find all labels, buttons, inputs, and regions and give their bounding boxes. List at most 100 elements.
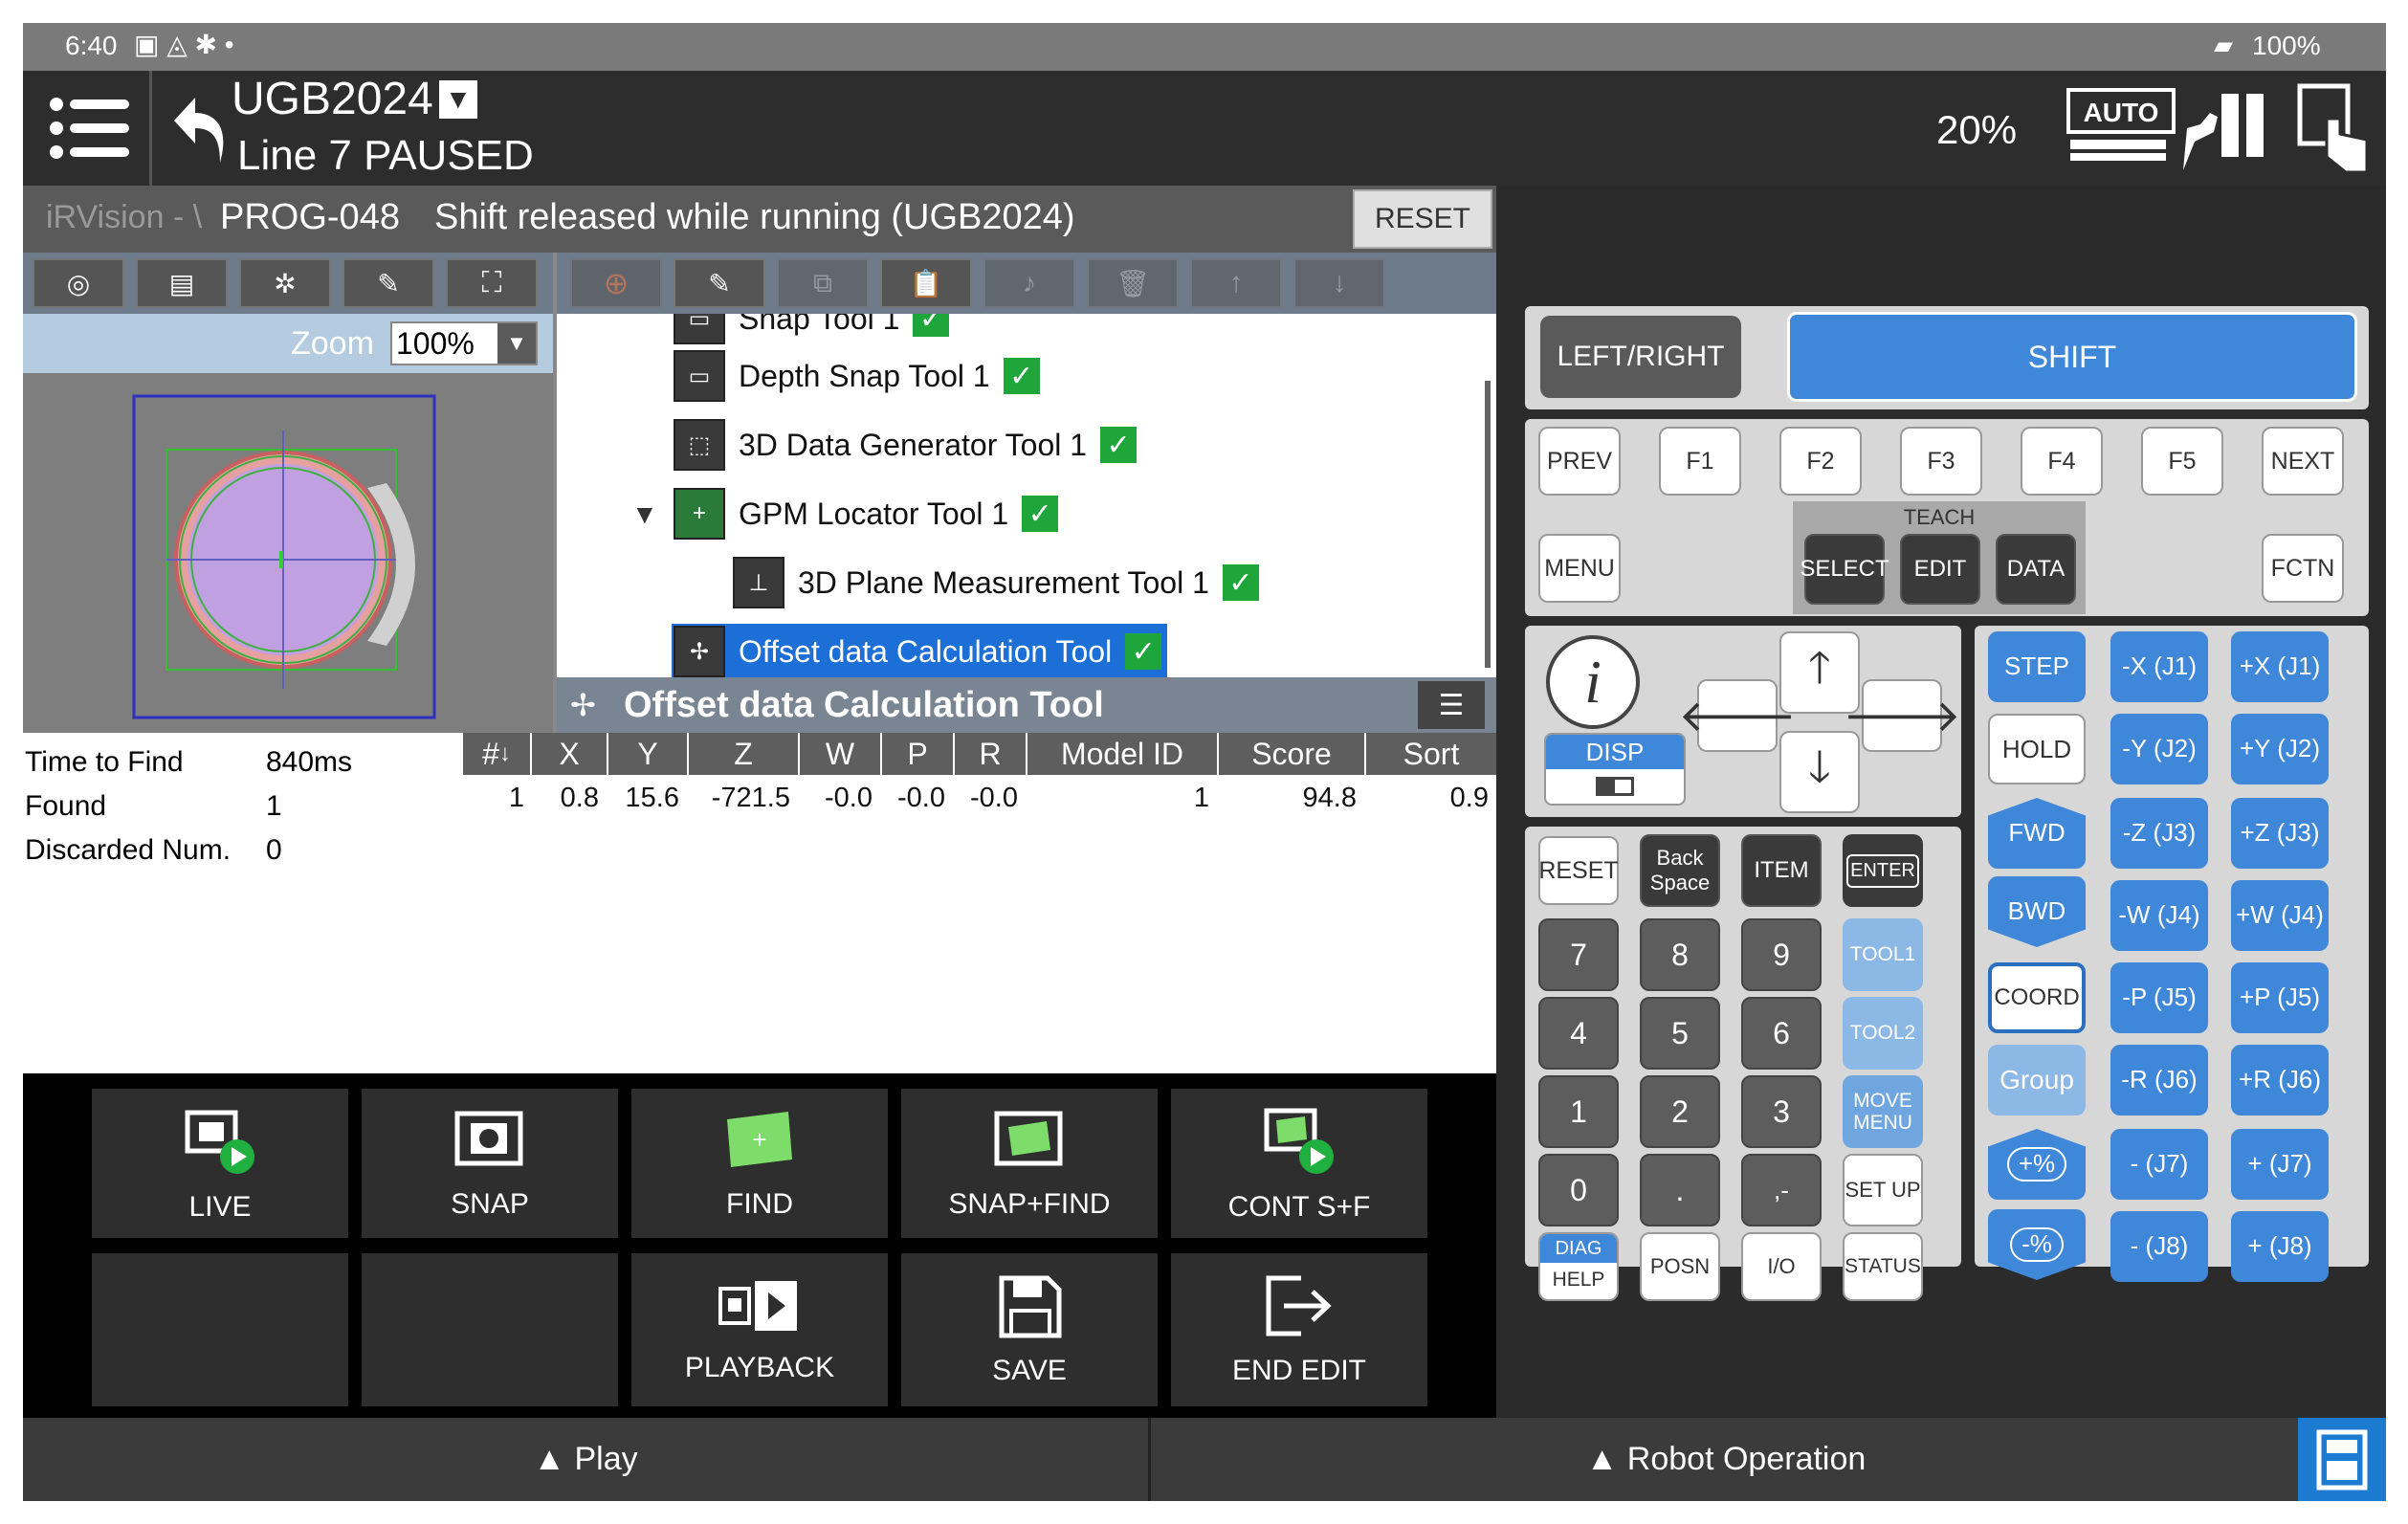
tree-item-3d-data-generator[interactable]: ⬚ 3D Data Generator Tool 1 ✓: [674, 419, 1138, 471]
f5-key[interactable]: F5: [2141, 427, 2223, 496]
jog-minus-w[interactable]: -W (J4): [2110, 880, 2208, 951]
continuous-snap-find-button[interactable]: CONT S+F: [1171, 1089, 1427, 1238]
snap-find-button[interactable]: SNAP+FIND: [901, 1089, 1158, 1238]
reset-key[interactable]: RESET: [1538, 836, 1619, 905]
edit-key[interactable]: EDIT: [1900, 534, 1980, 605]
next-key[interactable]: NEXT: [2262, 427, 2344, 496]
key-2[interactable]: 2: [1640, 1075, 1720, 1148]
col-sort[interactable]: Sort: [1366, 733, 1496, 775]
key-comma-minus[interactable]: ,-: [1741, 1154, 1822, 1226]
add-tool-icon[interactable]: ⊕: [570, 258, 662, 308]
override-up-key[interactable]: +%: [1988, 1129, 2086, 1200]
snap-button[interactable]: SNAP: [362, 1089, 618, 1238]
jog-plus-r[interactable]: +R (J6): [2231, 1045, 2329, 1115]
check-icon[interactable]: ✓: [913, 314, 950, 337]
posn-key[interactable]: POSN: [1640, 1232, 1720, 1301]
move-down-icon[interactable]: ↓: [1293, 258, 1385, 308]
menu-key[interactable]: MENU: [1538, 534, 1621, 603]
arrow-down-icon[interactable]: 🡓: [1779, 731, 1860, 813]
f4-key[interactable]: F4: [2021, 427, 2103, 496]
backspace-key[interactable]: Back Space: [1640, 834, 1720, 907]
key-5[interactable]: 5: [1640, 997, 1720, 1070]
tree-item-depth-snap-tool[interactable]: ▭ Depth Snap Tool 1 ✓: [674, 350, 1040, 402]
tree-item-3d-plane-measurement[interactable]: ⊥ 3D Plane Measurement Tool 1 ✓: [733, 557, 1259, 608]
table-row[interactable]: 1 0.8 15.6 -721.5 -0.0 -0.0 -0.0 1 94.8 …: [463, 775, 1496, 821]
col-z[interactable]: Z: [689, 733, 800, 775]
jog-plus-p[interactable]: +P (J5): [2231, 962, 2329, 1033]
live-button[interactable]: LIVE: [92, 1089, 348, 1238]
save-image-icon[interactable]: ▤: [136, 258, 228, 308]
jog-minus-p[interactable]: -P (J5): [2110, 962, 2208, 1033]
jog-plus-z[interactable]: +Z (J3): [2231, 798, 2329, 869]
save-button[interactable]: SAVE: [901, 1253, 1158, 1406]
diag-help-key[interactable]: DIAG HELP: [1538, 1232, 1619, 1301]
image-view[interactable]: [23, 373, 553, 733]
menu-icon[interactable]: [33, 78, 147, 178]
col-w[interactable]: W: [800, 733, 882, 775]
tree-item-gpm-locator[interactable]: + GPM Locator Tool 1 ✓: [674, 488, 1059, 540]
arrow-right-icon[interactable]: 🡒: [1843, 679, 1961, 752]
col-r[interactable]: R: [955, 733, 1027, 775]
key-1[interactable]: 1: [1538, 1075, 1619, 1148]
move-up-icon[interactable]: ↑: [1190, 258, 1282, 308]
collapse-icon[interactable]: ▼: [631, 499, 658, 530]
move-menu-key[interactable]: MOVE MENU: [1843, 1075, 1923, 1148]
fctn-key[interactable]: FCTN: [2262, 534, 2344, 603]
arrow-left-icon[interactable]: 🡐: [1678, 679, 1797, 752]
jog-minus-j8[interactable]: - (J8): [2110, 1211, 2208, 1282]
touch-icon[interactable]: [2290, 80, 2376, 176]
select-key[interactable]: SELECT: [1800, 534, 1889, 605]
jog-minus-y[interactable]: -Y (J2): [2110, 714, 2208, 784]
prev-key[interactable]: PREV: [1538, 427, 1621, 496]
jog-minus-z[interactable]: -Z (J3): [2110, 798, 2208, 869]
jog-plus-w[interactable]: +W (J4): [2231, 880, 2329, 951]
check-icon[interactable]: ✓: [1125, 633, 1162, 670]
tree-item-offset-calculation[interactable]: ✢ Offset data Calculation Tool ✓: [672, 624, 1168, 677]
key-9[interactable]: 9: [1741, 918, 1822, 991]
bwd-key[interactable]: BWD: [1988, 876, 2086, 947]
left-right-button[interactable]: LEFT/RIGHT: [1540, 316, 1741, 398]
override-down-key[interactable]: -%: [1988, 1209, 2086, 1280]
override-value[interactable]: 20%: [1936, 107, 2017, 153]
check-icon[interactable]: ✓: [1222, 564, 1259, 601]
rename-icon[interactable]: ✎: [674, 258, 765, 308]
fit-view-icon[interactable]: ⛶: [446, 258, 538, 308]
f3-key[interactable]: F3: [1900, 427, 1982, 496]
key-7[interactable]: 7: [1538, 918, 1619, 991]
col-model-id[interactable]: Model ID: [1027, 733, 1219, 775]
f1-key[interactable]: F1: [1659, 427, 1741, 496]
col-score[interactable]: Score: [1219, 733, 1366, 775]
jog-minus-x[interactable]: -X (J1): [2110, 631, 2208, 702]
tool2-key[interactable]: TOOL2: [1843, 997, 1923, 1070]
pendant-icon[interactable]: [2298, 1418, 2386, 1501]
target-icon[interactable]: ✲: [239, 258, 331, 308]
key-8[interactable]: 8: [1640, 918, 1720, 991]
check-icon[interactable]: ✓: [1022, 496, 1059, 532]
delete-icon[interactable]: 🗑: [1087, 258, 1179, 308]
tree-scrollbar[interactable]: [1485, 381, 1491, 668]
jog-plus-j8[interactable]: + (J8): [2231, 1211, 2329, 1282]
info-icon[interactable]: i: [1546, 635, 1640, 729]
tree-item-snap-tool[interactable]: ▭ Snap Tool 1 ✓: [674, 314, 950, 344]
hold-key[interactable]: HOLD: [1988, 714, 2086, 784]
jog-minus-j7[interactable]: - (J7): [2110, 1129, 2208, 1200]
pause-robot-icon[interactable]: [2176, 84, 2271, 174]
col-y[interactable]: Y: [608, 733, 689, 775]
setup-key[interactable]: SET UP: [1843, 1154, 1923, 1226]
jog-plus-y[interactable]: +Y (J2): [2231, 714, 2329, 784]
jog-plus-j7[interactable]: + (J7): [2231, 1129, 2329, 1200]
group-key[interactable]: Group: [1988, 1045, 2086, 1115]
status-key[interactable]: STATUS: [1843, 1232, 1923, 1301]
controller-selector[interactable]: UGB2024 ▼: [232, 73, 477, 125]
fwd-key[interactable]: FWD: [1988, 798, 2086, 869]
play-tab[interactable]: ▲ Play: [23, 1418, 1148, 1501]
tool1-key[interactable]: TOOL1: [1843, 918, 1923, 991]
f2-key[interactable]: F2: [1779, 427, 1862, 496]
copy-tool-icon[interactable]: ⧉: [777, 258, 869, 308]
tool-icon[interactable]: ♪: [983, 258, 1075, 308]
alarm-reset-button[interactable]: RESET: [1353, 189, 1492, 249]
col-index[interactable]: # ↓: [463, 733, 532, 775]
playback-button[interactable]: PLAYBACK: [631, 1253, 888, 1406]
key-dot[interactable]: .: [1640, 1154, 1720, 1226]
paste-tool-icon[interactable]: 📋: [880, 258, 972, 308]
